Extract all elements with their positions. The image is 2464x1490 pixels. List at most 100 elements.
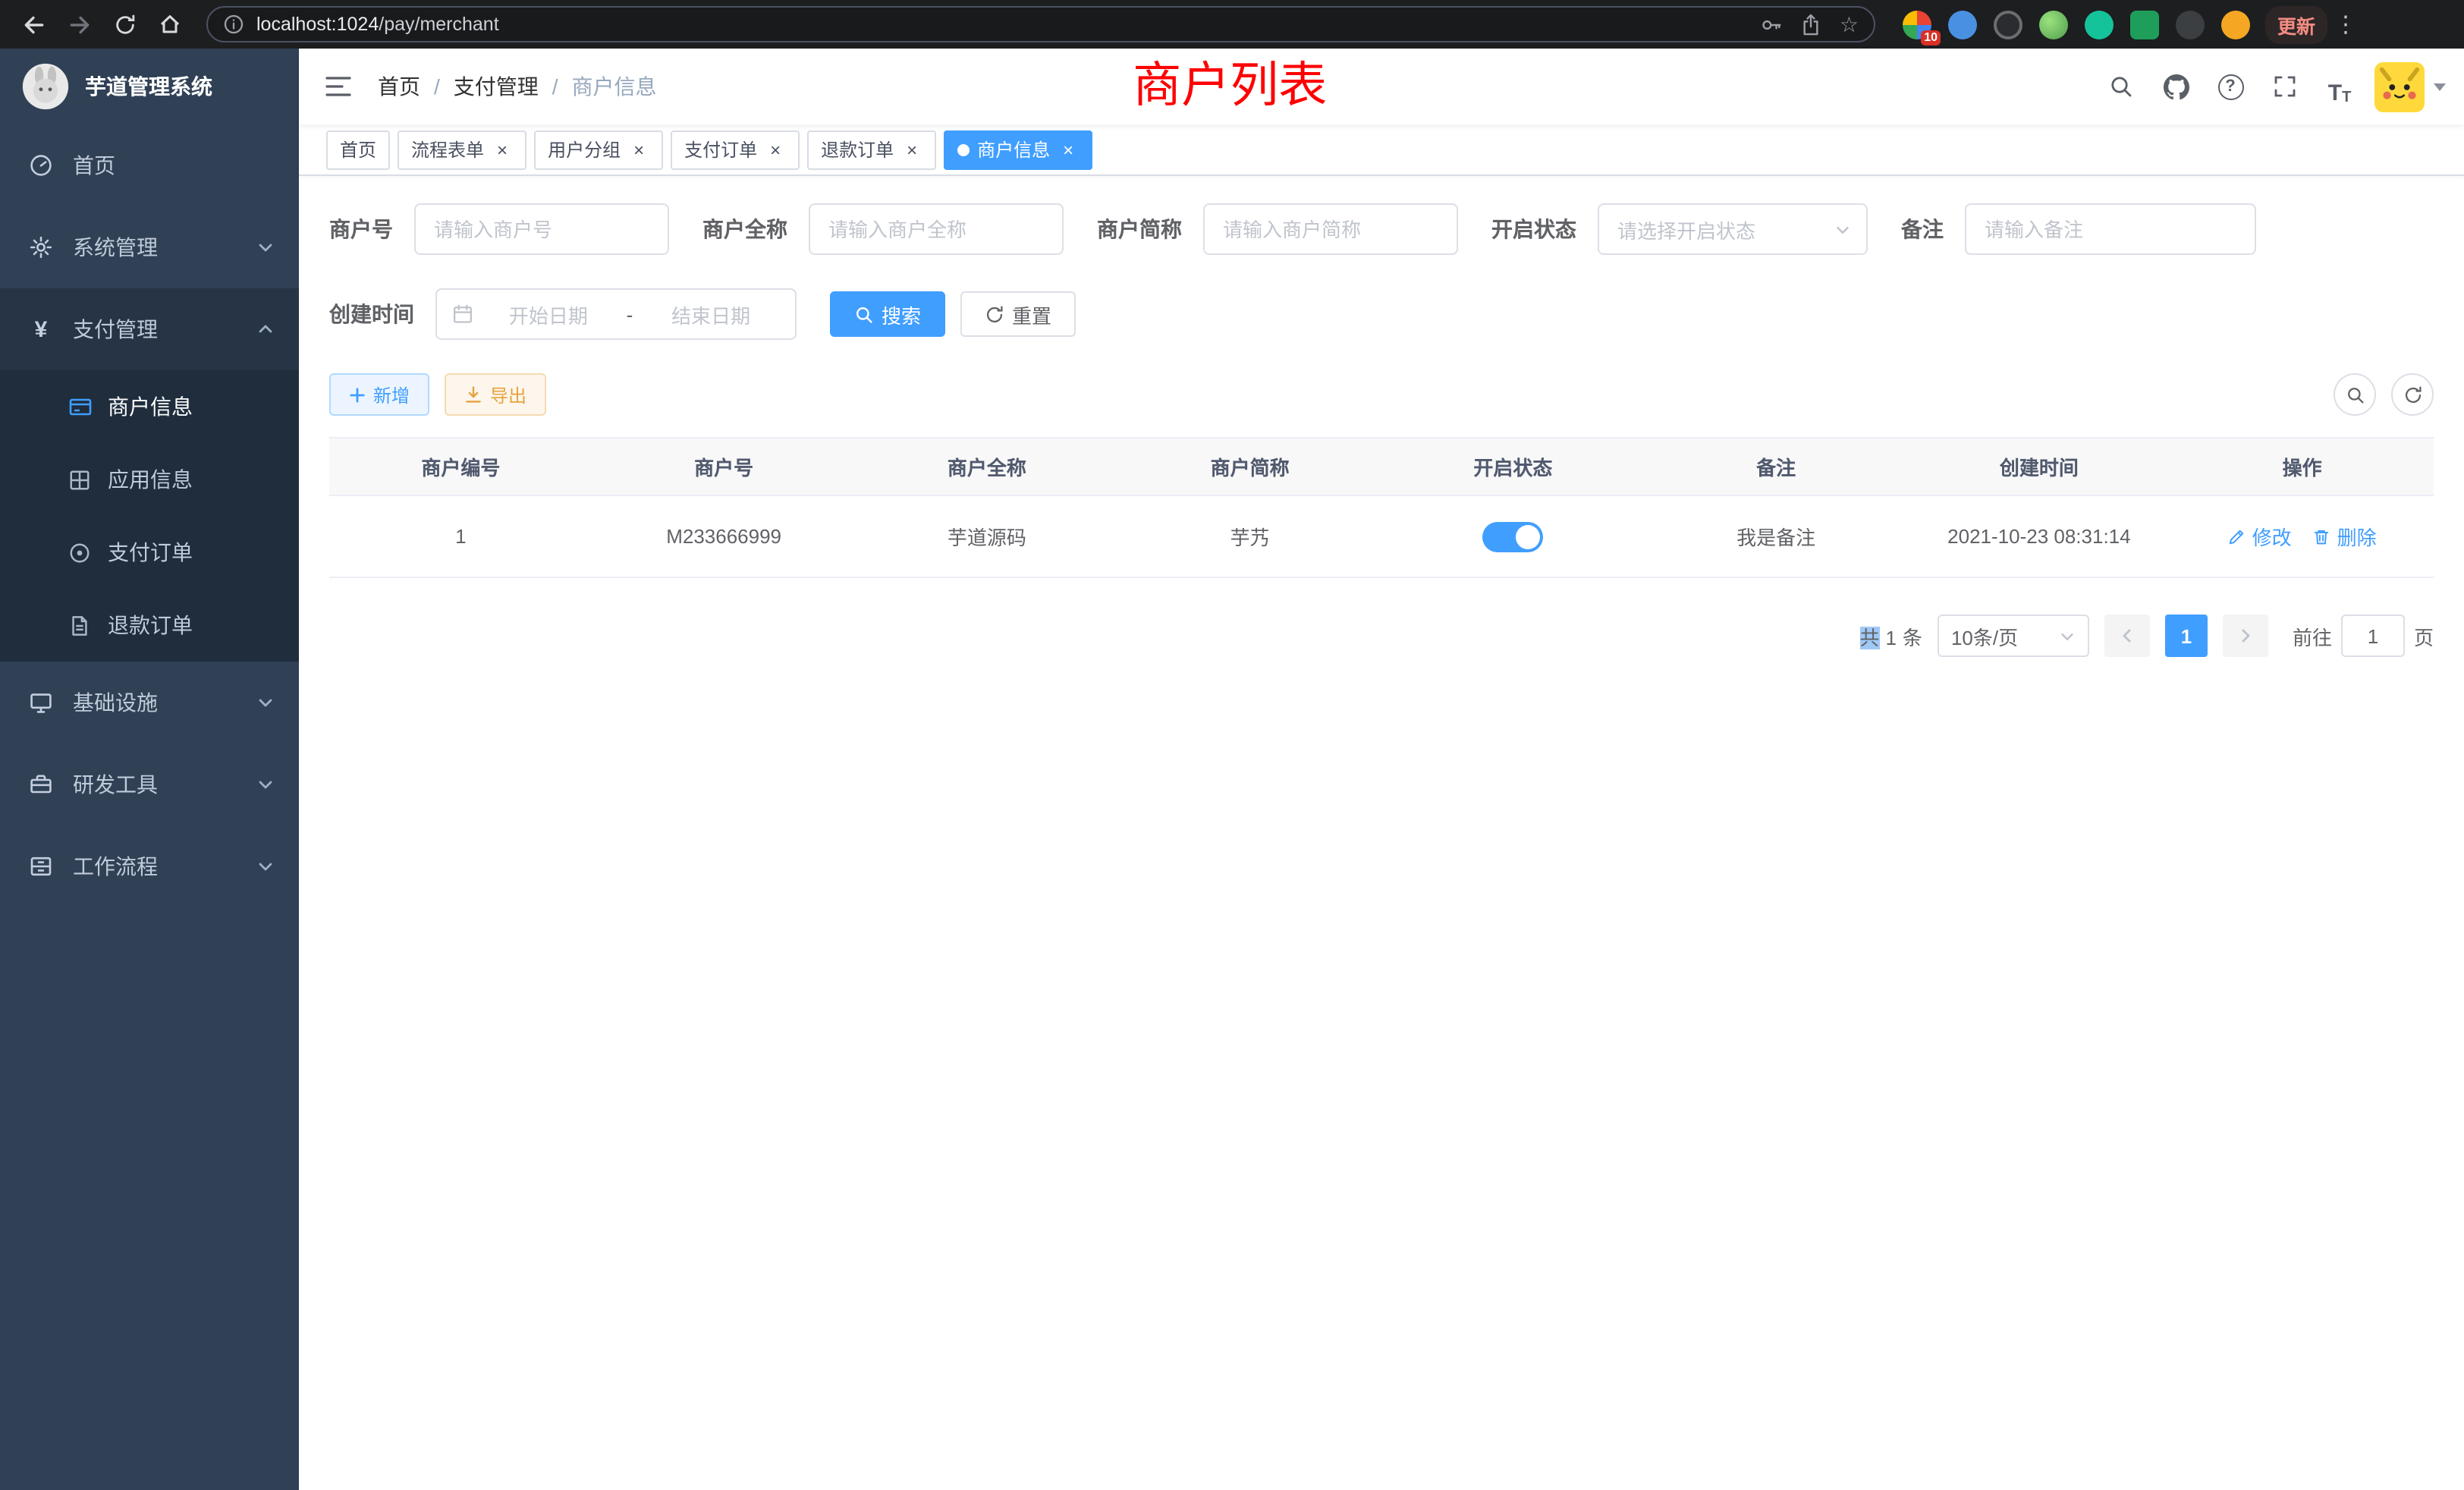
date-separator: - <box>624 303 636 325</box>
trash-icon <box>2313 527 2331 545</box>
export-button[interactable]: 导出 <box>445 373 546 416</box>
merchant-no-input[interactable] <box>414 203 669 255</box>
goto-suffix: 页 <box>2414 621 2434 650</box>
tab-pay-order[interactable]: 支付订单× <box>671 130 800 169</box>
sidebar-item-workflow[interactable]: 工作流程 <box>0 825 299 907</box>
col-merchant-no: 商户号 <box>592 438 856 495</box>
site-info-icon[interactable] <box>223 14 244 35</box>
close-icon[interactable]: × <box>1058 139 1079 160</box>
refresh-icon <box>985 304 1004 324</box>
menu-label: 支付订单 <box>108 537 193 567</box>
menu-label: 系统管理 <box>73 232 158 262</box>
col-actions: 操作 <box>2170 438 2434 495</box>
extension-icon[interactable] <box>2130 10 2159 39</box>
cell-shortname: 芋艿 <box>1118 495 1381 577</box>
status-select[interactable]: 请选择开启状态 <box>1598 203 1868 255</box>
extension-icon[interactable] <box>2085 10 2114 39</box>
page-content: 商户号 商户全称 商户简称 开启状态 请选择开启状态 <box>299 176 2464 1490</box>
share-icon[interactable] <box>1802 13 1821 36</box>
tab-home[interactable]: 首页 <box>326 130 390 169</box>
tab-user-group[interactable]: 用户分组× <box>534 130 663 169</box>
delete-link[interactable]: 删除 <box>2313 522 2377 551</box>
create-time-range-picker[interactable]: 开始日期 - 结束日期 <box>435 288 797 340</box>
close-icon[interactable]: × <box>628 139 649 160</box>
breadcrumb-home[interactable]: 首页 <box>378 71 420 102</box>
sidebar-item-pay-order[interactable]: 支付订单 <box>0 516 299 589</box>
next-page-button[interactable] <box>2223 615 2268 657</box>
page-size-select[interactable]: 10条/页 <box>1938 615 2089 657</box>
extension-icon[interactable] <box>1948 10 1977 39</box>
edit-link[interactable]: 修改 <box>2228 522 2292 551</box>
sidebar-item-refund-order[interactable]: 退款订单 <box>0 589 299 662</box>
extension-icon[interactable] <box>2176 10 2205 39</box>
cell-merchant-no: M233666999 <box>592 495 856 577</box>
field-label: 商户号 <box>329 214 393 244</box>
bookmark-star-icon[interactable]: ☆ <box>1840 14 1859 35</box>
breadcrumb-payment[interactable]: 支付管理 <box>454 71 539 102</box>
col-merchant-id: 商户编号 <box>329 438 592 495</box>
refresh-table-button[interactable] <box>2391 373 2434 416</box>
extension-icon[interactable] <box>1994 10 2022 39</box>
breadcrumb-separator: / <box>552 74 558 99</box>
close-icon[interactable]: × <box>765 139 786 160</box>
add-button[interactable]: 新增 <box>329 373 429 416</box>
app-title: 芋道管理系统 <box>85 71 212 102</box>
extension-icon[interactable]: 10 <box>1903 10 1931 39</box>
home-icon[interactable] <box>149 5 191 44</box>
fullscreen-icon[interactable] <box>2265 67 2305 106</box>
user-menu[interactable] <box>2374 61 2446 112</box>
hamburger-icon[interactable] <box>311 59 366 114</box>
search-icon[interactable] <box>2101 67 2141 106</box>
reload-icon[interactable] <box>103 5 146 44</box>
toggle-search-button[interactable] <box>2334 373 2376 416</box>
password-key-icon[interactable] <box>1761 13 1784 36</box>
forward-icon[interactable] <box>58 5 100 44</box>
refresh-icon <box>2403 385 2422 404</box>
back-icon[interactable] <box>12 5 55 44</box>
gear-icon <box>27 235 55 259</box>
search-button[interactable]: 搜索 <box>830 291 945 337</box>
sidebar-item-infrastructure[interactable]: 基础设施 <box>0 662 299 743</box>
sidebar-item-home[interactable]: 首页 <box>0 124 299 206</box>
chevron-down-icon <box>2059 627 2076 644</box>
sidebar-item-system[interactable]: 系统管理 <box>0 206 299 288</box>
cell-merchant-id: 1 <box>329 495 592 577</box>
browser-update-button[interactable]: 更新 <box>2265 5 2327 43</box>
close-icon[interactable]: × <box>901 139 922 160</box>
field-label: 创建时间 <box>329 299 414 329</box>
page-number-button[interactable]: 1 <box>2165 615 2208 657</box>
address-bar[interactable]: localhost:1024/pay/merchant ☆ <box>206 6 1875 42</box>
extension-icon[interactable] <box>2221 10 2250 39</box>
sidebar-item-dev-tools[interactable]: 研发工具 <box>0 743 299 825</box>
font-size-icon[interactable]: TT <box>2320 67 2359 106</box>
sidebar-item-payment[interactable]: ¥ 支付管理 <box>0 288 299 370</box>
prev-page-button[interactable] <box>2104 615 2150 657</box>
status-toggle[interactable] <box>1482 521 1543 552</box>
tab-merchant-info[interactable]: 商户信息× <box>944 130 1092 169</box>
yen-icon: ¥ <box>27 318 55 341</box>
help-icon[interactable]: ? <box>2211 67 2250 106</box>
menu-label: 研发工具 <box>73 769 158 800</box>
sidebar-item-merchant-info[interactable]: 商户信息 <box>0 370 299 443</box>
menu-label: 首页 <box>73 150 115 181</box>
sidebar-item-app-info[interactable]: 应用信息 <box>0 443 299 516</box>
reset-button[interactable]: 重置 <box>960 291 1076 337</box>
breadcrumb-separator: / <box>434 74 440 99</box>
merchant-fullname-input[interactable] <box>809 203 1064 255</box>
tab-refund-order[interactable]: 退款订单× <box>807 130 936 169</box>
remark-input[interactable] <box>1965 203 2256 255</box>
extension-icon[interactable] <box>2039 10 2068 39</box>
browser-menu-icon[interactable]: ⋮ <box>2330 11 2361 38</box>
logo-avatar <box>21 62 70 111</box>
goto-page-input[interactable] <box>2341 615 2405 657</box>
end-date-placeholder: 结束日期 <box>642 300 780 328</box>
merchant-shortname-input[interactable] <box>1203 203 1458 255</box>
cell-status <box>1381 495 1645 577</box>
close-icon[interactable]: × <box>492 139 513 160</box>
tab-process-form[interactable]: 流程表单× <box>398 130 526 169</box>
github-icon[interactable] <box>2156 67 2195 106</box>
app-logo[interactable]: 芋道管理系统 <box>0 49 299 124</box>
col-status: 开启状态 <box>1381 438 1645 495</box>
top-navbar: 首页 / 支付管理 / 商户信息 ? <box>299 49 2464 124</box>
dashboard-icon <box>27 153 55 178</box>
